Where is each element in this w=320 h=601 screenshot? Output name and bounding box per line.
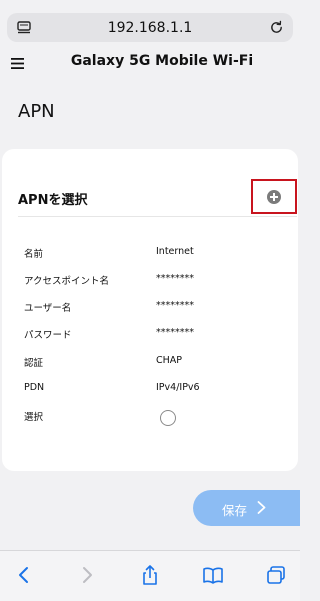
page-title: APN [18, 101, 55, 122]
share-icon[interactable] [139, 565, 161, 585]
detail-row-name: 名前 Internet [24, 246, 284, 273]
add-apn-button[interactable] [251, 179, 297, 214]
row-value: CHAP [156, 355, 183, 366]
browser-address-area: 192.168.1.1 [0, 0, 300, 44]
row-label: ユーザー名 [24, 303, 72, 314]
row-label: パスワード [24, 330, 72, 341]
tabs-icon[interactable] [265, 565, 287, 585]
row-value: ******** [156, 300, 194, 311]
save-label: 保存 [222, 503, 248, 518]
row-label: 選択 [24, 412, 44, 423]
reload-icon[interactable] [269, 20, 284, 35]
row-label: 名前 [24, 249, 44, 260]
app-header: Galaxy 5G Mobile Wi-Fi [0, 44, 300, 80]
url-text[interactable]: 192.168.1.1 [7, 20, 293, 36]
row-value: Internet [156, 246, 194, 257]
hamburger-menu-icon[interactable] [11, 58, 24, 69]
plus-circle-icon [267, 189, 281, 204]
detail-row-select: 選択 [24, 409, 284, 436]
row-label: アクセスポイント名 [24, 276, 110, 287]
save-button[interactable]: 保存 [193, 490, 300, 526]
address-bar[interactable]: 192.168.1.1 [7, 13, 293, 42]
browser-toolbar [0, 550, 300, 601]
row-label: PDN [24, 382, 45, 393]
detail-row-auth: 認証 CHAP [24, 355, 284, 382]
detail-row-pdn: PDN IPv4/IPv6 [24, 382, 284, 409]
back-icon[interactable] [13, 565, 35, 585]
row-value: ******** [156, 273, 194, 284]
select-radio[interactable] [160, 410, 176, 426]
app-title: Galaxy 5G Mobile Wi-Fi [70, 53, 254, 69]
row-value: IPv4/IPv6 [156, 382, 200, 393]
detail-row-access-point-name: アクセスポイント名 ******** [24, 273, 284, 300]
row-label: 認証 [24, 358, 44, 369]
divider [18, 216, 297, 217]
detail-row-password: パスワード ******** [24, 327, 284, 354]
chevron-right-icon [257, 501, 266, 514]
forward-icon[interactable] [76, 565, 98, 585]
row-value: ******** [156, 327, 194, 338]
apn-card: APNを選択 名前 Internet アクセスポイント名 ******** ユー… [2, 149, 298, 471]
card-title: APNを選択 [18, 193, 88, 208]
detail-row-username: ユーザー名 ******** [24, 300, 284, 327]
bookmarks-icon[interactable] [202, 565, 224, 585]
